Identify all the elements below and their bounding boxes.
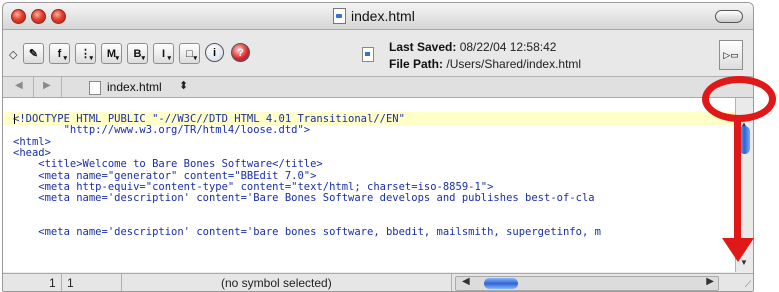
code-line-2: "http://www.w3.org/TR/html4/loose.dtd"> [13, 124, 311, 136]
text-cursor-popup-button[interactable]: I ▾ [153, 43, 174, 64]
horizontal-scroll-thumb[interactable] [484, 278, 518, 289]
last-saved-label: Last Saved: [389, 40, 457, 54]
text-caret [14, 114, 15, 124]
document-popup-button[interactable]: B ▾ [127, 43, 148, 64]
html-document-icon [333, 8, 346, 24]
updown-chevron-icon[interactable]: ⬍ [179, 79, 188, 92]
editor-window: index.html ◇ ✎ f ▾ ⋮ ▾ M ▾ B ▾ I ▾ □ ▾ i ? Las… [2, 2, 754, 292]
function-popup-button[interactable]: f ▾ [49, 43, 70, 64]
code-line-5: <title>Welcome to Bare Bones Software</t… [13, 158, 323, 170]
info-button[interactable]: i [205, 43, 224, 62]
pencil-icon: ✎ [28, 48, 39, 60]
forward-arrow-icon[interactable]: ▶ [43, 80, 51, 91]
window-popup-button[interactable]: □ ▾ [179, 43, 200, 64]
pencil-button[interactable]: ✎ [23, 43, 44, 64]
navigation-bar: ◀ ▶ index.html ⬍ [3, 77, 753, 98]
help-icon: ? [237, 46, 244, 59]
last-saved-value: 08/22/04 12:58:42 [459, 40, 557, 54]
toolbar-menu-diamond-icon[interactable]: ◇ [9, 48, 17, 61]
toolbar: ◇ ✎ f ▾ ⋮ ▾ M ▾ B ▾ I ▾ □ ▾ i ? Last Saved: 08… [3, 30, 753, 77]
red-arrow-annotation-head [722, 238, 754, 262]
window-title: index.html [333, 7, 415, 25]
status-bar: 1 1 (no symbol selected) ◀ ▶ ⟋ [3, 273, 753, 291]
red-circle-annotation [702, 76, 776, 122]
divider [451, 274, 452, 291]
file-icon [89, 81, 101, 95]
code-line-10: <meta name='description' content='bare b… [13, 226, 601, 238]
divider [61, 77, 62, 97]
toolbar-toggle-button[interactable] [715, 10, 743, 23]
marker-popup-button[interactable]: ⋮ ▾ [75, 43, 96, 64]
horizontal-scrollbar[interactable]: ◀ ▶ [455, 276, 719, 291]
text-cursor-icon: I [161, 47, 166, 60]
title-bar: index.html [3, 3, 753, 30]
divider [121, 274, 122, 291]
file-path-label: File Path: [389, 57, 444, 71]
code-line-8: <meta name='description' content='Bare B… [13, 192, 595, 204]
scroll-left-arrow-icon[interactable]: ◀ [462, 276, 470, 287]
minimize-button[interactable] [31, 9, 46, 24]
red-arrow-annotation-shaft [734, 118, 741, 240]
resize-grip-icon[interactable]: ⟋ [745, 279, 751, 290]
back-arrow-icon[interactable]: ◀ [15, 80, 23, 91]
document-menu-filename[interactable]: index.html [107, 80, 162, 94]
column-number: 1 [67, 276, 74, 290]
document-proxy-icon[interactable] [362, 47, 374, 62]
markup-popup-button[interactable]: M ▾ [101, 43, 122, 64]
code-editor[interactable]: <!DOCTYPE HTML PUBLIC "-//W3C//DTD HTML … [3, 98, 735, 272]
line-number: 1 [49, 276, 56, 290]
split-view-icon: ▷▭ [723, 49, 739, 60]
split-view-button[interactable]: ▷▭ [719, 40, 743, 70]
function-icon: f [57, 47, 62, 60]
close-button[interactable] [11, 9, 26, 24]
info-icon: i [212, 46, 217, 59]
zoom-button[interactable] [51, 9, 66, 24]
file-path-value: /Users/Shared/index.html [446, 57, 582, 71]
help-button[interactable]: ? [231, 43, 250, 62]
scroll-right-arrow-icon[interactable]: ▶ [706, 276, 714, 287]
window-icon: □ [186, 47, 193, 60]
divider [61, 274, 62, 291]
divider [33, 77, 34, 97]
symbol-popup[interactable]: (no symbol selected) [221, 276, 332, 290]
file-info: Last Saved: 08/22/04 12:58:42 File Path:… [389, 39, 581, 73]
